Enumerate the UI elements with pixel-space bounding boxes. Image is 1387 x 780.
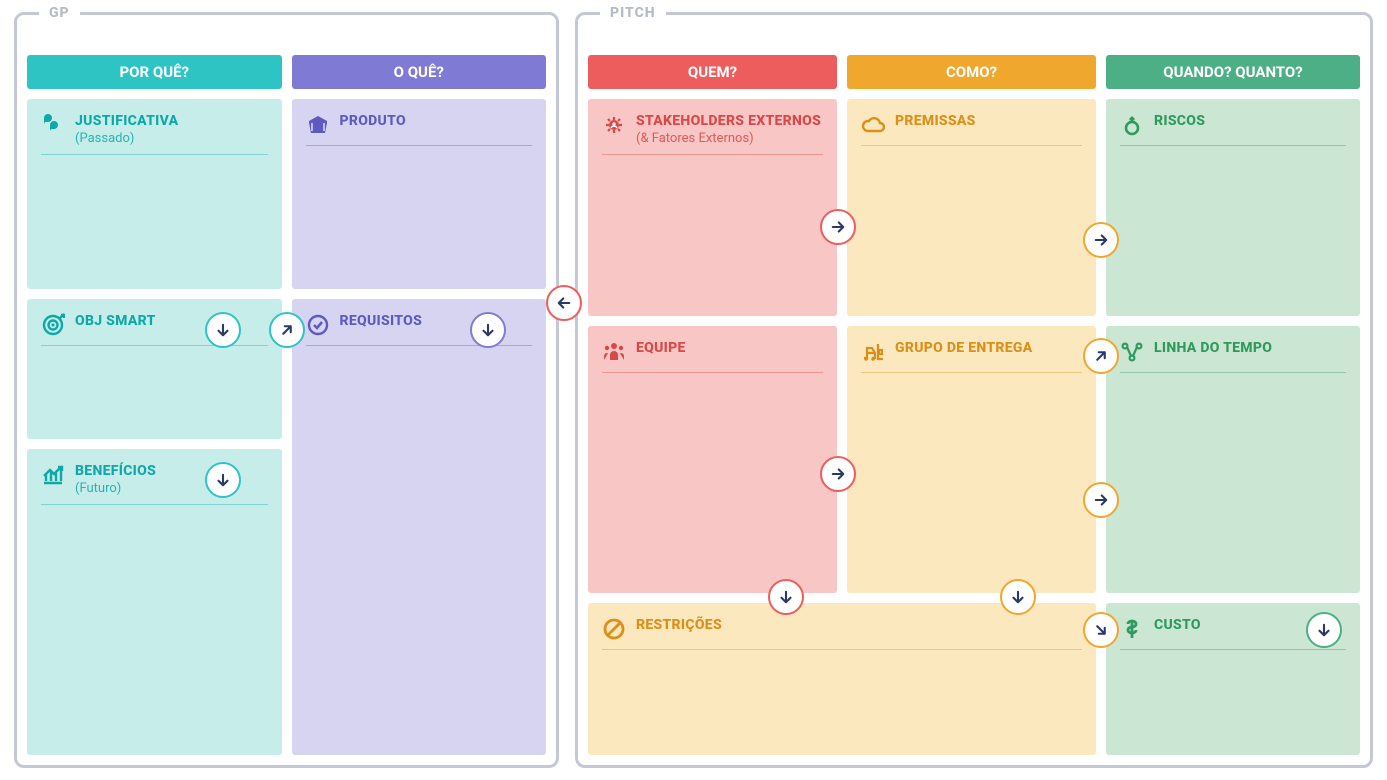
card-restricoes-title: RESTRIÇÕES [636, 617, 1082, 633]
arrow-right-icon [1083, 222, 1119, 258]
card-justificativa: JUSTIFICATIVA (Passado) [27, 99, 282, 289]
header-why: POR QUÊ? [27, 55, 282, 89]
arrow-upright-icon [1083, 338, 1119, 374]
header-when: QUANDO? QUANTO? [1106, 55, 1360, 89]
column-when: QUANDO? QUANTO? RISCOS LINHA DO TEMPO [1106, 55, 1360, 755]
card-riscos-title: RISCOS [1154, 113, 1346, 129]
arrow-down-icon [1306, 612, 1342, 648]
header-how: COMO? [847, 55, 1096, 89]
arrow-right-icon [1083, 482, 1119, 518]
card-equipe-title: EQUIPE [636, 340, 823, 356]
target-icon [41, 313, 65, 337]
card-grupo-title: GRUPO DE ENTREGA [895, 340, 1082, 356]
card-produto: PRODUTO [292, 99, 547, 289]
arrow-down-icon [470, 312, 506, 348]
card-equipe: EQUIPE [588, 326, 837, 593]
card-premissas: PREMISSAS [847, 99, 1096, 316]
card-linha-title: LINHA DO TEMPO [1154, 340, 1346, 356]
box-icon [306, 113, 330, 137]
card-produto-title: PRODUTO [340, 113, 533, 129]
card-stakeholders: STAKEHOLDERS EXTERNOS (& Fatores Externo… [588, 99, 837, 316]
check-icon [306, 313, 330, 337]
growth-icon [41, 463, 65, 487]
arrow-left-icon [546, 285, 582, 321]
arrow-downright-icon [1083, 612, 1119, 648]
panel-pitch: PITCH QUEM? COMO? STAKEHOLDERS EXTERNOS … [575, 12, 1373, 768]
card-justificativa-sub: (Passado) [75, 131, 268, 146]
column-why: POR QUÊ? JUSTIFICATIVA (Passado) OBJ SMA… [27, 55, 282, 755]
dollar-icon [1120, 617, 1144, 641]
card-stakeholders-sub: (& Fatores Externos) [636, 131, 823, 146]
panel-pitch-label: PITCH [600, 5, 666, 21]
arrow-down-icon [1000, 579, 1036, 615]
panel-gp-label: GP [39, 5, 80, 21]
column-who-how-group: QUEM? COMO? STAKEHOLDERS EXTERNOS (& Fat… [588, 55, 1096, 755]
card-beneficios: BENEFÍCIOS (Futuro) [27, 449, 282, 755]
header-what: O QUÊ? [292, 55, 547, 89]
card-restricoes: RESTRIÇÕES [588, 603, 1096, 755]
header-who: QUEM? [588, 55, 837, 89]
arrow-right-icon [820, 209, 856, 245]
card-obj: OBJ SMART [27, 299, 282, 439]
card-grupo: GRUPO DE ENTREGA [847, 326, 1096, 593]
timeline-icon [1120, 340, 1144, 364]
team-icon [602, 340, 626, 364]
ban-icon [602, 617, 626, 641]
card-justificativa-title: JUSTIFICATIVA [75, 113, 268, 129]
chat-icon [41, 113, 65, 137]
arrow-right-icon [820, 456, 856, 492]
gear-user-icon [602, 113, 626, 137]
card-stakeholders-title: STAKEHOLDERS EXTERNOS [636, 113, 823, 129]
card-riscos: RISCOS [1106, 99, 1360, 316]
card-premissas-title: PREMISSAS [895, 113, 1082, 129]
card-requisitos: REQUISITOS [292, 299, 547, 755]
forklift-icon [861, 340, 885, 364]
ring-icon [1120, 113, 1144, 137]
arrow-upright-icon [269, 312, 305, 348]
panel-gp: GP POR QUÊ? JUSTIFICATIVA (Passado) [14, 12, 559, 768]
arrow-down-icon [768, 579, 804, 615]
cloud-icon [861, 113, 885, 137]
arrow-down-icon [205, 312, 241, 348]
arrow-down-icon [205, 462, 241, 498]
column-what: O QUÊ? PRODUTO REQUISITOS [292, 55, 547, 755]
card-linha: LINHA DO TEMPO [1106, 326, 1360, 593]
